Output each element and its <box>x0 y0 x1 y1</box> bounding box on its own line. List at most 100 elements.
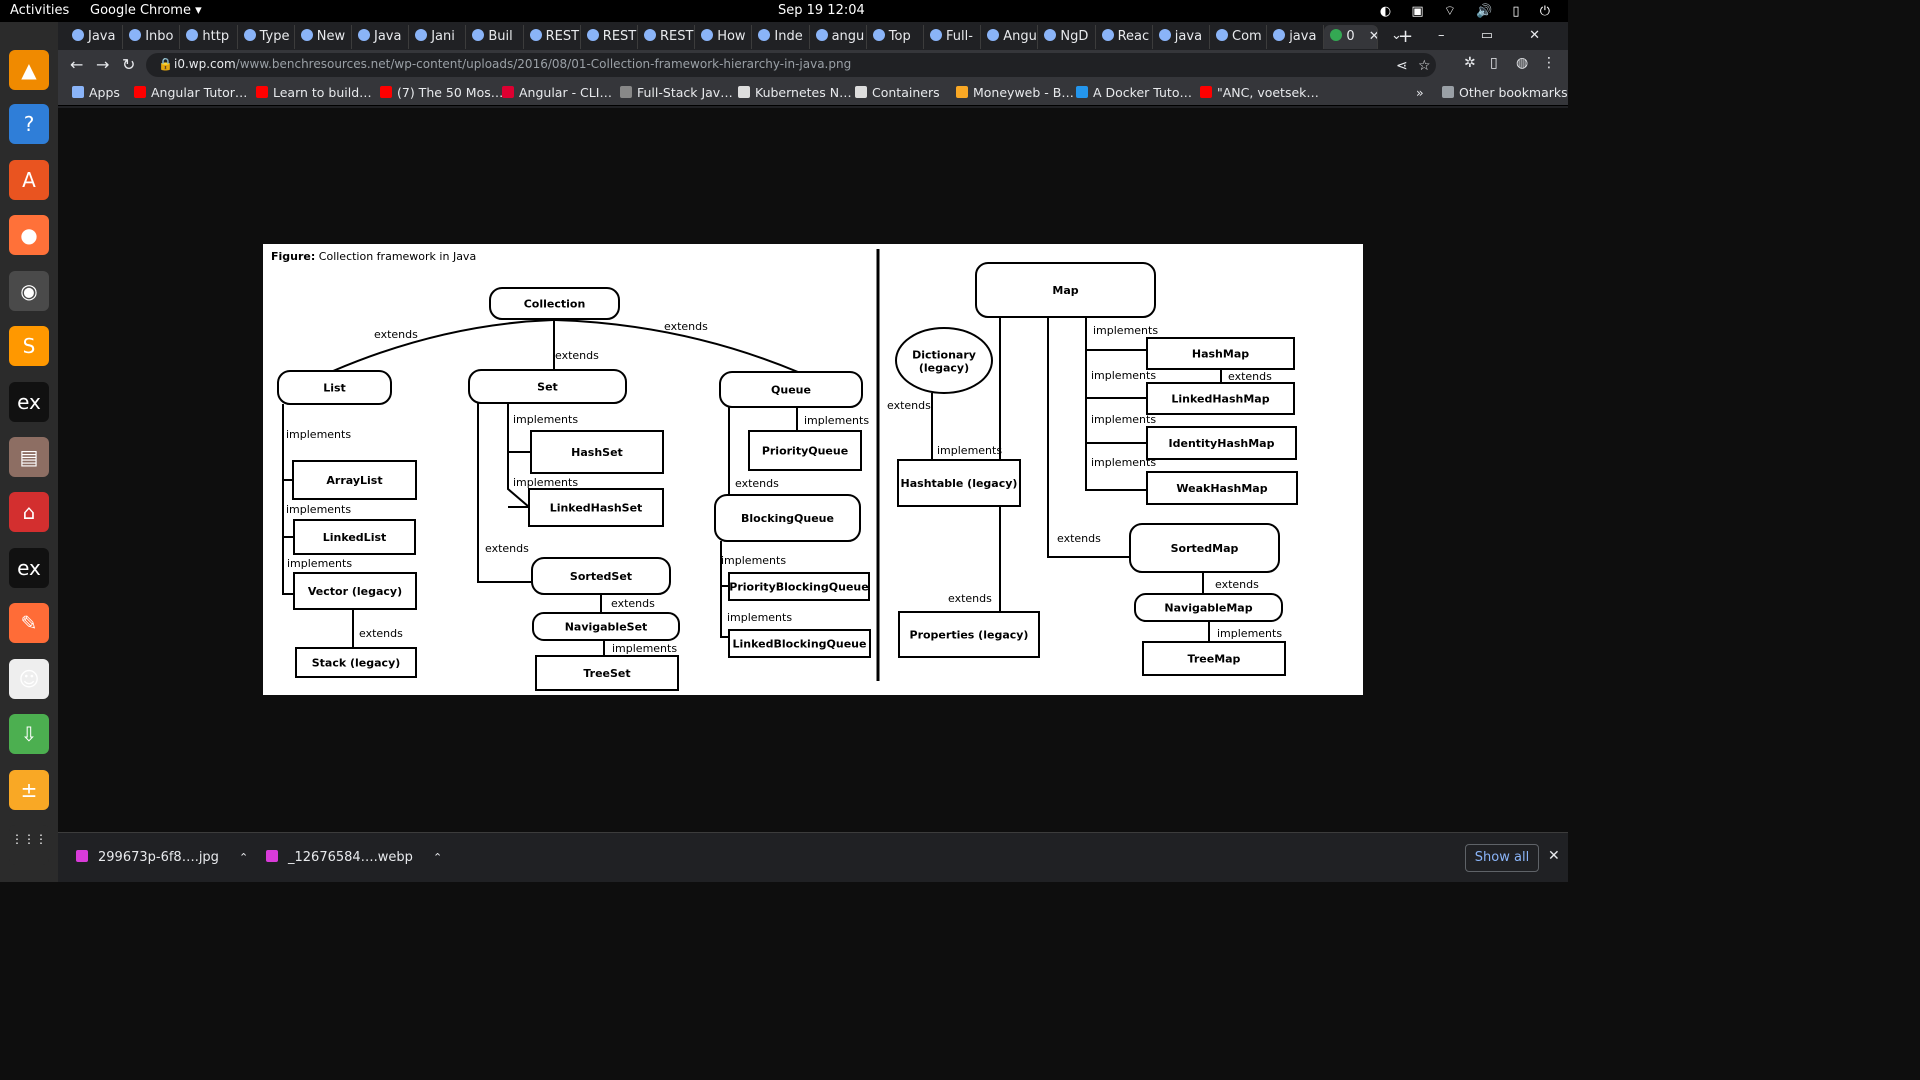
tab-favicon-icon <box>644 29 656 41</box>
tab[interactable]: REST <box>581 25 638 49</box>
close-tab-icon[interactable]: ✕ <box>1365 29 1378 44</box>
stack-label: Stack (legacy) <box>312 657 401 670</box>
bookmark-item[interactable]: Kubernetes N… <box>738 85 852 100</box>
hashset-label: HashSet <box>571 446 623 459</box>
pdf-icon[interactable]: ⌂ <box>9 492 49 532</box>
exness-icon[interactable]: ex <box>9 382 49 422</box>
tab[interactable]: Jani <box>409 25 467 49</box>
lock-icon[interactable]: 🔒 <box>158 57 173 71</box>
tab[interactable]: Full- <box>924 25 982 49</box>
bookmark-item[interactable]: Apps <box>72 85 120 100</box>
book-icon[interactable]: ▤ <box>9 437 49 477</box>
bookmark-item[interactable]: A Docker Tuto… <box>1076 85 1192 100</box>
postman-icon[interactable]: ✎ <box>9 603 49 643</box>
reload-button[interactable]: ↻ <box>122 55 135 74</box>
side-panel-icon[interactable]: ▯ <box>1490 55 1498 71</box>
show-apps-icon[interactable]: ⋮⋮⋮ <box>9 825 49 865</box>
firefox-icon[interactable]: ● <box>9 215 49 255</box>
app-menu[interactable]: Google Chrome ▾ <box>90 3 202 18</box>
list-label: List <box>323 382 346 395</box>
bookmark-favicon-icon <box>380 86 392 98</box>
installer-icon[interactable]: ⇩ <box>9 714 49 754</box>
back-button[interactable]: ← <box>70 55 83 74</box>
treeset-label: TreeSet <box>583 667 630 680</box>
tab[interactable]: Inde <box>752 25 810 49</box>
share-icon[interactable]: ⋖ <box>1396 58 1408 74</box>
edge-label: extends <box>359 627 403 640</box>
system-tray[interactable]: ◐ ▣ ⌔ 🔊 ▯ ⏻ <box>1380 3 1558 19</box>
gimp-icon[interactable]: ☺ <box>9 659 49 699</box>
url-text[interactable]: i0.wp.com/www.benchresources.net/wp-cont… <box>174 57 851 71</box>
system-top-bar: Activities Google Chrome ▾ Sep 19 12:04 … <box>0 0 1568 22</box>
tab[interactable]: How <box>695 25 753 49</box>
activities-button[interactable]: Activities <box>10 3 69 18</box>
tab[interactable]: NgD <box>1038 25 1096 49</box>
collection-framework-figure: extends extends extends implements implement… <box>263 244 1363 695</box>
tab[interactable]: Reac <box>1096 25 1153 49</box>
edge-label: extends <box>887 399 931 412</box>
bookmark-item[interactable]: "ANC, voetsek… <box>1200 85 1319 100</box>
bookmark-star-icon[interactable]: ☆ <box>1418 58 1431 74</box>
menu-icon[interactable]: ⋮ <box>1542 55 1556 71</box>
chevron-up-icon[interactable]: ⌃ <box>433 851 442 864</box>
tab[interactable]: Java <box>352 25 410 49</box>
bookmarks-overflow-icon[interactable]: » <box>1416 85 1424 100</box>
software-center-icon[interactable]: A <box>9 160 49 200</box>
exness-icon-2[interactable]: ex <box>9 548 49 588</box>
bookmark-item[interactable]: Containers <box>855 85 940 100</box>
tab[interactable]: Com <box>1210 25 1268 49</box>
chrome-icon[interactable]: ◉ <box>9 271 49 311</box>
sublime-icon[interactable]: S <box>9 326 49 366</box>
tab[interactable]: REST <box>524 25 581 49</box>
tab[interactable]: Java <box>66 25 124 49</box>
download-item[interactable]: 299673p-6f8….jpg ⌃ <box>76 850 248 865</box>
connector-line <box>477 403 532 583</box>
bookmark-favicon-icon <box>620 86 632 98</box>
edge-label: implements <box>1091 369 1156 382</box>
other-bookmarks-folder[interactable]: Other bookmarks <box>1442 85 1568 100</box>
show-all-button[interactable]: Show all <box>1465 844 1539 872</box>
clock[interactable]: Sep 19 12:04 <box>778 3 865 18</box>
download-item[interactable]: _12676584….webp ⌃ <box>266 850 442 865</box>
tab-label: Inde <box>774 29 803 44</box>
tab[interactable]: java <box>1153 25 1210 49</box>
extensions-icon[interactable]: ✲ <box>1464 55 1476 71</box>
bookmark-item[interactable]: Learn to build… <box>256 85 372 100</box>
edge-label: implements <box>513 476 578 489</box>
tab[interactable]: http <box>180 25 238 49</box>
forward-button[interactable]: → <box>96 55 109 74</box>
tab[interactable]: java <box>1267 25 1325 49</box>
tab-label: Jani <box>431 29 455 44</box>
tab[interactable]: Buil <box>466 25 524 49</box>
linkedlist-label: LinkedList <box>323 531 387 544</box>
tab-label: NgD <box>1060 29 1089 44</box>
tab-active[interactable]: 0 ✕ <box>1324 25 1379 49</box>
bookmark-item[interactable]: Angular - CLI… <box>502 85 612 100</box>
bookmark-item[interactable]: Angular Tutor… <box>134 85 247 100</box>
connector-line <box>1047 317 1130 558</box>
edge-label: implements <box>804 414 869 427</box>
help-icon[interactable]: ? <box>9 104 49 144</box>
vlc-icon[interactable]: ▲ <box>9 50 49 90</box>
bookmark-item[interactable]: Full-Stack Jav… <box>620 85 733 100</box>
tab[interactable]: Top <box>867 25 924 49</box>
tab[interactable]: New <box>295 25 352 49</box>
close-downloads-icon[interactable]: ✕ <box>1548 848 1560 864</box>
bookmark-item[interactable]: Moneyweb - B… <box>956 85 1074 100</box>
tab[interactable]: Inbo <box>123 25 181 49</box>
tab[interactable]: angu <box>810 25 867 49</box>
chevron-up-icon[interactable]: ⌃ <box>239 851 248 864</box>
profile-avatar-icon[interactable]: ◍ <box>1516 55 1528 71</box>
bookmark-item[interactable]: (7) The 50 Mos… <box>380 85 503 100</box>
window-controls[interactable]: ⌄ – ▭ ✕ <box>1391 28 1556 43</box>
address-bar[interactable]: 🔒 i0.wp.com/www.benchresources.net/wp-co… <box>146 53 1436 77</box>
tab[interactable]: Angu <box>981 25 1039 49</box>
edge-label: extends <box>485 542 529 555</box>
priorityblockingqueue-label: PriorityBlockingQueue <box>729 581 868 594</box>
calculator-icon[interactable]: ± <box>9 770 49 810</box>
navigableset-label: NavigableSet <box>565 621 648 634</box>
tab[interactable]: REST <box>638 25 696 49</box>
tab-favicon-icon <box>243 29 256 41</box>
tab[interactable]: Type <box>238 25 295 49</box>
edge-label: extends <box>1215 578 1259 591</box>
